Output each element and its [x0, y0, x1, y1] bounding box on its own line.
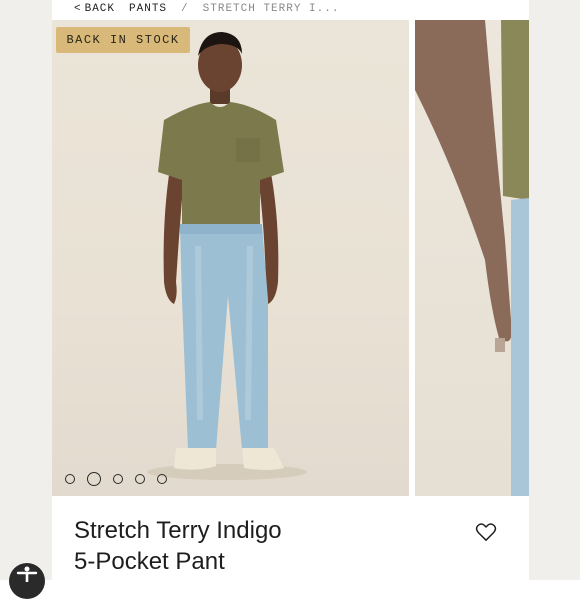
- breadcrumb: < BACK PANTS / STRETCH TERRY I...: [74, 0, 339, 18]
- product-photo-next[interactable]: [415, 20, 529, 496]
- carousel-dot[interactable]: [135, 474, 145, 484]
- carousel-dot[interactable]: [113, 474, 123, 484]
- carousel-dot[interactable]: [157, 474, 167, 484]
- product-title-line-1: Stretch Terry Indigo: [74, 517, 282, 544]
- chevron-left-icon: <: [74, 3, 82, 15]
- model-detail-photo: [415, 20, 529, 496]
- product-page: < BACK PANTS / STRETCH TERRY I... BACK I…: [52, 0, 529, 580]
- breadcrumb-separator: /: [181, 3, 189, 15]
- carousel-dot[interactable]: [65, 474, 75, 484]
- product-gallery[interactable]: BACK IN STOCK: [52, 20, 529, 496]
- heart-icon[interactable]: [475, 522, 497, 542]
- carousel-dots: [65, 472, 167, 486]
- accessibility-button[interactable]: [9, 563, 45, 599]
- product-title: Stretch Terry Indigo 5-Pocket Pant: [74, 515, 404, 577]
- back-in-stock-badge: BACK IN STOCK: [56, 27, 190, 53]
- right-margin: [529, 0, 580, 580]
- back-label: BACK: [84, 3, 116, 15]
- product-photo-main[interactable]: BACK IN STOCK: [52, 20, 409, 496]
- breadcrumb-category[interactable]: PANTS: [129, 3, 167, 15]
- breadcrumb-current: STRETCH TERRY I...: [202, 3, 340, 15]
- product-title-line-2: 5-Pocket Pant: [74, 548, 225, 575]
- model-photo: [147, 32, 307, 480]
- back-link[interactable]: < BACK: [74, 3, 115, 15]
- left-margin: [0, 0, 52, 580]
- carousel-dot-active[interactable]: [87, 472, 101, 486]
